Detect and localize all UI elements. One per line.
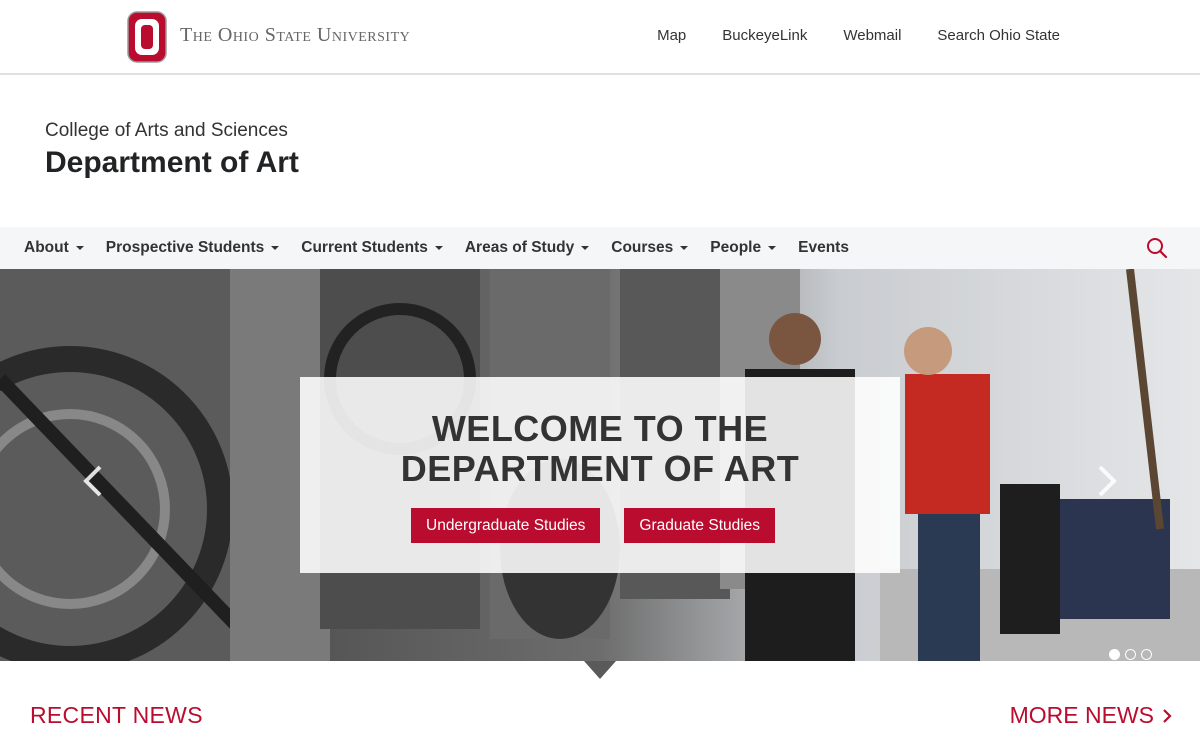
caret-down-icon (434, 246, 443, 250)
caret-down-icon (768, 246, 777, 250)
hero-welcome-panel: WELCOME TO THE DEPARTMENT OF ART Undergr… (300, 377, 900, 573)
osu-header: The Ohio State University Map BuckeyeLin… (0, 0, 1200, 75)
more-news-link[interactable]: MORE NEWS (1010, 702, 1172, 729)
caret-down-icon (680, 246, 689, 250)
nav-label: Prospective Students (105, 239, 265, 256)
nav-label: Current Students (301, 239, 428, 256)
osu-link-map[interactable]: Map (657, 27, 686, 44)
main-nav: About Prospective Students Current Stude… (0, 227, 1200, 269)
nav-label: Courses (611, 239, 674, 256)
osu-block-o-logo[interactable] (127, 11, 167, 63)
hero-pointer-notch (584, 661, 616, 679)
chevron-right-icon (1163, 708, 1172, 723)
nav-prospective-students[interactable]: Prospective Students (106, 239, 280, 257)
carousel-dot-3[interactable] (1141, 649, 1152, 660)
caret-down-icon (75, 246, 84, 250)
carousel-dot-2[interactable] (1125, 649, 1136, 660)
osu-link-webmail[interactable]: Webmail (843, 27, 901, 44)
osu-utility-links: Map BuckeyeLink Webmail Search Ohio Stat… (657, 27, 1060, 44)
caret-down-icon (271, 246, 280, 250)
search-icon[interactable] (1146, 237, 1168, 259)
carousel-indicators (1109, 649, 1152, 660)
carousel-prev-icon[interactable] (82, 464, 106, 498)
recent-news-heading: RECENT NEWS (30, 702, 203, 728)
nav-label: Events (798, 239, 849, 256)
carousel-next-icon[interactable] (1094, 464, 1118, 498)
department-title[interactable]: Department of Art (45, 146, 299, 180)
nav-label: About (24, 239, 69, 256)
nav-label: Areas of Study (464, 239, 575, 256)
nav-areas-of-study[interactable]: Areas of Study (464, 239, 590, 257)
nav-people[interactable]: People (710, 239, 777, 257)
caret-down-icon (581, 246, 590, 250)
hero-title: WELCOME TO THE DEPARTMENT OF ART (300, 409, 900, 489)
nav-courses[interactable]: Courses (611, 239, 689, 257)
hero-title-line-1: WELCOME TO THE (431, 408, 769, 449)
nav-current-students[interactable]: Current Students (301, 239, 443, 257)
nav-events[interactable]: Events (798, 239, 849, 257)
osu-link-search[interactable]: Search Ohio State (937, 27, 1060, 44)
osu-wordmark[interactable]: The Ohio State University (180, 24, 410, 47)
carousel-dot-1[interactable] (1109, 649, 1120, 660)
osu-link-buckeyelink[interactable]: BuckeyeLink (722, 27, 807, 44)
more-news-label: MORE NEWS (1009, 702, 1154, 728)
nav-about[interactable]: About (24, 239, 84, 257)
undergraduate-studies-button[interactable]: Undergraduate Studies (411, 508, 601, 543)
hero-title-line-2: DEPARTMENT OF ART (400, 448, 800, 489)
college-name[interactable]: College of Arts and Sciences (45, 120, 288, 142)
nav-label: People (710, 239, 762, 256)
hero-carousel: WELCOME TO THE DEPARTMENT OF ART Undergr… (0, 269, 1200, 661)
graduate-studies-button[interactable]: Graduate Studies (624, 508, 776, 543)
